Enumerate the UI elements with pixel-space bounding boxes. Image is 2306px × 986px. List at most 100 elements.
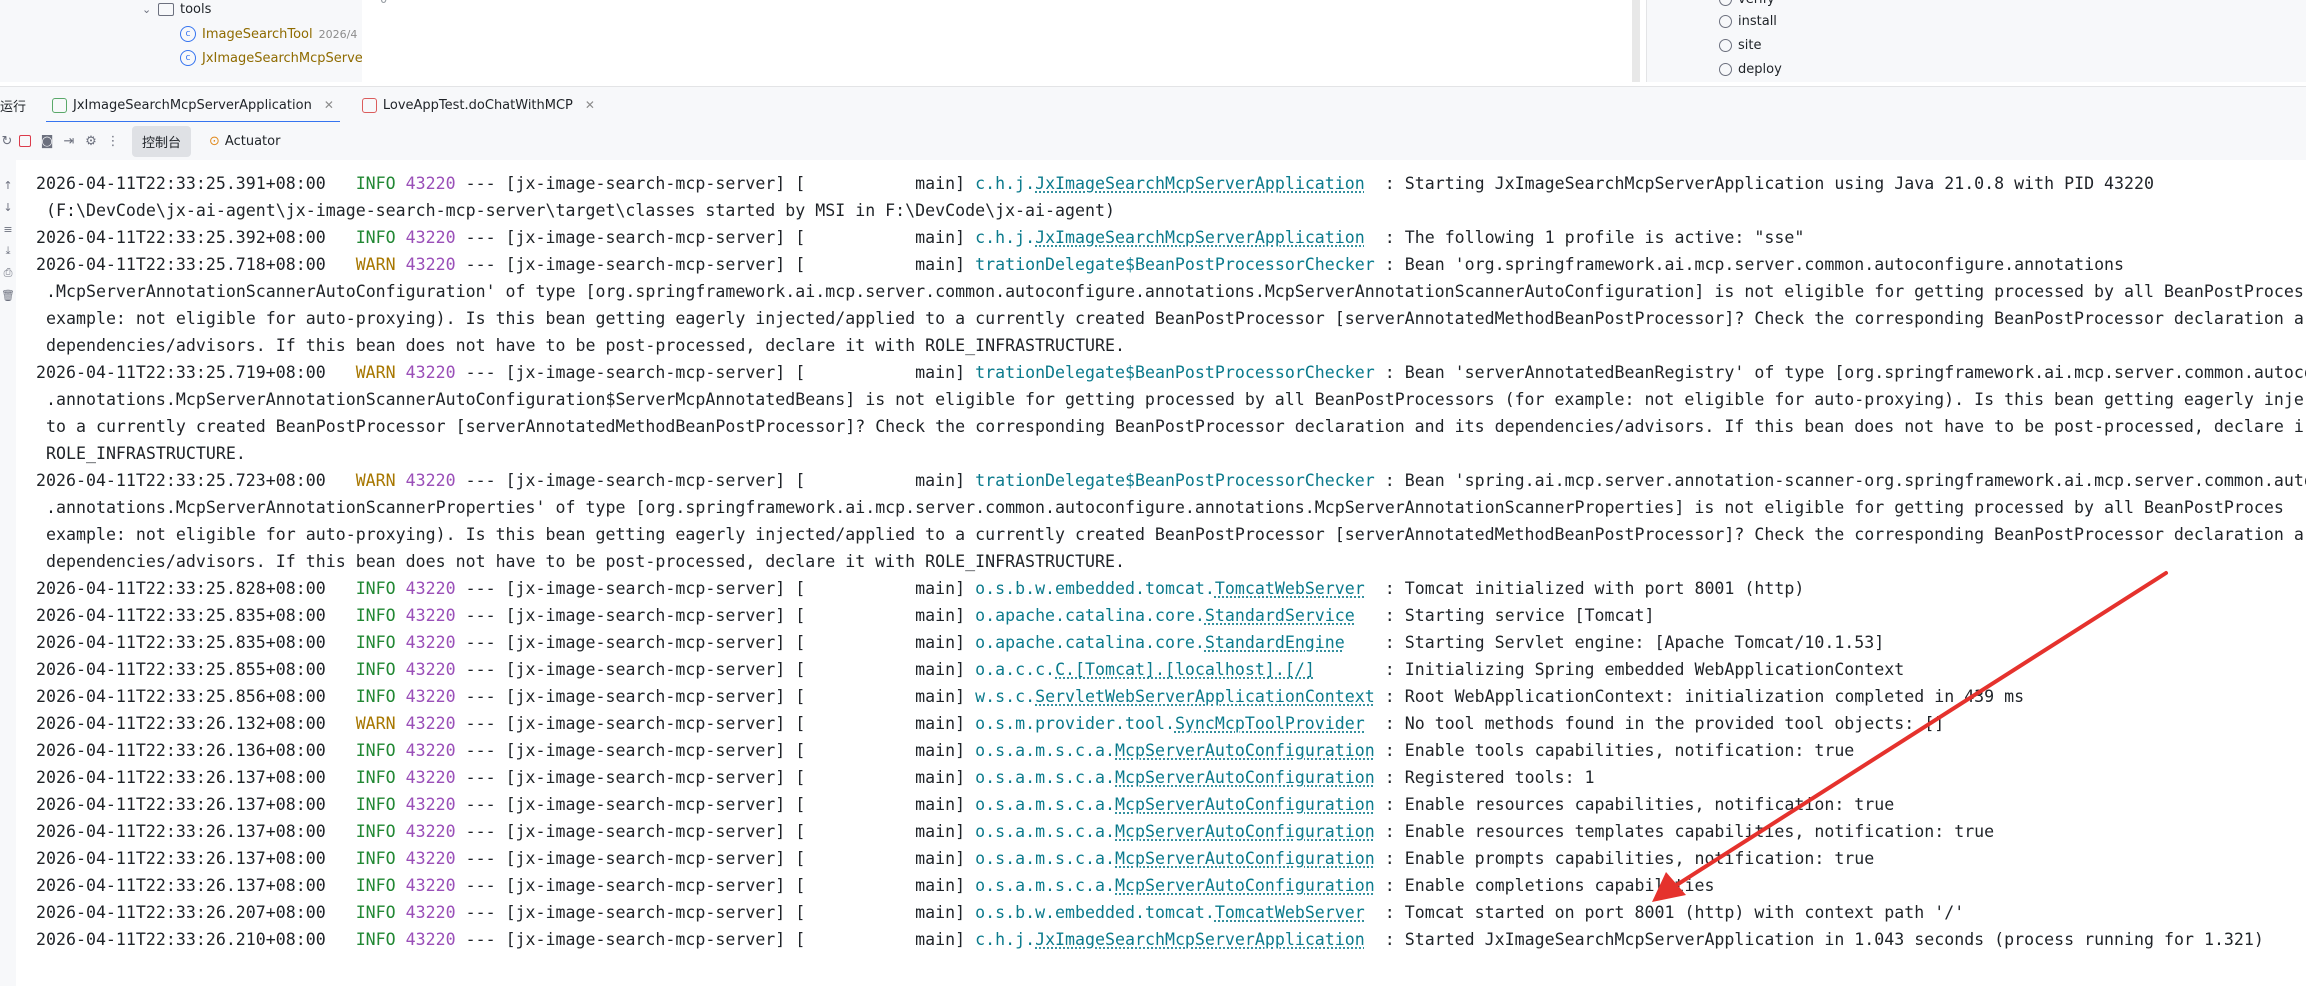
log-logger[interactable]: trationDelegate$BeanPostProcessorChecker [975, 255, 1375, 274]
arrow-down-icon[interactable]: ↓ [0, 196, 16, 218]
run-config-icon [52, 97, 68, 113]
log-timestamp: 2026-04-11T22:33:25.392+08:00 [36, 228, 326, 247]
log-thread: main [805, 822, 956, 841]
log-timestamp: 2026-04-11T22:33:26.137+08:00 [36, 849, 326, 868]
log-level: INFO [345, 795, 396, 814]
maven-lifecycle-install[interactable]: install [1719, 14, 1777, 29]
run-tab-label: LoveAppTest.doChatWithMCP [382, 97, 573, 113]
log-logger-link[interactable]: McpServerAutoConfiguration [1115, 741, 1375, 760]
log-logger-link[interactable]: McpServerAutoConfiguration [1115, 849, 1375, 868]
console-lines: 2026-04-11T22:33:25.391+08:00 INFO 43220… [36, 170, 2306, 953]
tree-folder-tools[interactable]: ⌄ tools [142, 2, 211, 17]
log-logger[interactable]: o.a.c.c.C.[Tomcat].[localhost].[/] [975, 660, 1315, 679]
tree-item-date: 2026/4 [318, 27, 358, 41]
run-tab-server-application[interactable]: JxImageSearchMcpServerApplication ✕ [38, 87, 348, 123]
log-logger-link[interactable]: McpServerAutoConfiguration [1115, 876, 1375, 895]
log-logger-link[interactable]: JxImageSearchMcpServerApplication [1035, 174, 1365, 193]
log-thread: main [805, 930, 956, 949]
log-logger-link[interactable]: McpServerAutoConfiguration [1115, 795, 1375, 814]
close-icon[interactable]: ✕ [324, 98, 334, 112]
rerun-icon[interactable]: ↻ [0, 130, 14, 152]
log-pid: 43220 [405, 228, 456, 247]
log-logger-prefix: o.s.a.m.s.c.a. [975, 876, 1115, 895]
trash-icon[interactable]: 🗑 [0, 284, 16, 306]
camera-icon[interactable]: ◙ [36, 130, 58, 152]
log-logger-link[interactable]: ServletWebServerApplicationContext [1035, 687, 1375, 706]
more-icon[interactable]: ⋮ [102, 130, 124, 152]
log-pid: 43220 [405, 714, 456, 733]
tab-actuator[interactable]: ⊙ Actuator [199, 128, 290, 155]
close-icon[interactable]: ✕ [585, 98, 595, 112]
log-logger[interactable]: o.s.a.m.s.c.a.McpServerAutoConfiguration [975, 741, 1375, 760]
log-message: Bean 'org.springframework.ai.mcp.server.… [1404, 255, 2125, 274]
log-logger-prefix: o.s.b.w.embedded.tomcat. [975, 579, 1215, 598]
log-logger-link[interactable]: StandardEngine [1205, 633, 1345, 652]
stop-button[interactable] [14, 130, 36, 152]
log-logger-link[interactable]: C.[Tomcat].[localhost].[/] [1055, 660, 1315, 679]
log-thread: main [805, 228, 956, 247]
log-app-name: [jx-image-search-mcp-server] [505, 849, 786, 868]
log-pid: 43220 [405, 741, 456, 760]
log-logger[interactable]: trationDelegate$BeanPostProcessorChecker [975, 363, 1375, 382]
log-pid: 43220 [405, 363, 456, 382]
log-message: Enable completions capabilities [1404, 876, 1715, 895]
log-thread: main [805, 768, 956, 787]
log-logger[interactable]: o.s.m.provider.tool.SyncMcpToolProvider [975, 714, 1365, 733]
log-logger-link[interactable]: StandardService [1205, 606, 1355, 625]
log-logger[interactable]: o.s.b.w.embedded.tomcat.TomcatWebServer [975, 903, 1365, 922]
log-timestamp: 2026-04-11T22:33:25.835+08:00 [36, 606, 326, 625]
log-pid: 43220 [405, 633, 456, 652]
log-logger-link[interactable]: JxImageSearchMcpServerApplication [1035, 228, 1365, 247]
log-pid: 43220 [405, 579, 456, 598]
maven-lifecycle-deploy[interactable]: deploy [1719, 62, 1782, 77]
log-message: (F:\DevCode\jx-ai-agent\jx-image-search-… [46, 201, 1115, 220]
maven-lifecycle-site[interactable]: site [1719, 38, 1761, 53]
log-logger-prefix: o.s.a.m.s.c.a. [975, 741, 1115, 760]
maven-item-label: deploy [1738, 62, 1782, 77]
scroll-end-icon[interactable]: ⤓ [0, 240, 16, 262]
console-output[interactable]: 2026-04-11T22:33:25.391+08:00 INFO 43220… [16, 160, 2306, 986]
log-logger[interactable]: trationDelegate$BeanPostProcessorChecker [975, 471, 1375, 490]
log-logger[interactable]: o.s.a.m.s.c.a.McpServerAutoConfiguration [975, 849, 1375, 868]
log-logger[interactable]: c.h.j.JxImageSearchMcpServerApplication [975, 930, 1365, 949]
settings-icon[interactable]: ⚙ [80, 130, 102, 152]
tree-item-server-application[interactable]: c JxImageSearchMcpServerAp [180, 50, 362, 66]
tree-item-image-search-tool[interactable]: c ImageSearchTool 2026/4 [180, 26, 357, 42]
log-logger-link[interactable]: JxImageSearchMcpServerApplication [1035, 930, 1365, 949]
log-logger[interactable]: c.h.j.JxImageSearchMcpServerApplication [975, 174, 1365, 193]
console-line: 2026-04-11T22:33:26.132+08:00 WARN 43220… [36, 714, 1945, 733]
log-message: Starting Servlet engine: [Apache Tomcat/… [1404, 633, 1885, 652]
console-line: 2026-04-11T22:33:25.392+08:00 INFO 43220… [36, 228, 1805, 247]
log-thread: main [805, 741, 956, 760]
run-tab-love-app-test[interactable]: LoveAppTest.doChatWithMCP ✕ [348, 87, 609, 123]
tab-label: Actuator [224, 133, 281, 149]
log-logger-prefix: trationDelegate$BeanPostProcessorChecker [975, 255, 1375, 274]
log-pid: 43220 [405, 660, 456, 679]
login-icon[interactable]: ⇥ [58, 130, 80, 152]
console-line: 2026-04-11T22:33:25.719+08:00 WARN 43220… [36, 359, 2306, 386]
log-logger[interactable]: o.apache.catalina.core.StandardEngine [975, 633, 1345, 652]
log-logger[interactable]: c.h.j.JxImageSearchMcpServerApplication [975, 228, 1365, 247]
log-logger-link[interactable]: TomcatWebServer [1215, 579, 1365, 598]
run-toolbar: ↻ ◙ ⇥ ⚙ ⋮ 控制台 ⊙ Actuator [0, 122, 2306, 161]
tab-console[interactable]: 控制台 [132, 125, 192, 157]
arrow-up-icon[interactable]: ↑ [0, 174, 16, 196]
gear-icon [1719, 15, 1732, 28]
log-logger-link[interactable]: McpServerAutoConfiguration [1115, 768, 1375, 787]
log-logger[interactable]: o.s.a.m.s.c.a.McpServerAutoConfiguration [975, 822, 1375, 841]
log-logger[interactable]: o.s.a.m.s.c.a.McpServerAutoConfiguration [975, 768, 1375, 787]
log-logger-link[interactable]: SyncMcpToolProvider [1175, 714, 1365, 733]
editor-scrollbar[interactable] [1632, 0, 1640, 82]
print-icon[interactable]: ⎙ [0, 262, 16, 284]
log-logger-link[interactable]: McpServerAutoConfiguration [1115, 822, 1375, 841]
editor-area[interactable] [398, 0, 1638, 82]
soft-wrap-icon[interactable]: ≡ [0, 218, 16, 240]
log-logger[interactable]: o.s.a.m.s.c.a.McpServerAutoConfiguration [975, 795, 1375, 814]
log-logger[interactable]: w.s.c.ServletWebServerApplicationContext [975, 687, 1375, 706]
log-message: Enable resources templates capabilities,… [1404, 822, 1995, 841]
log-logger-link[interactable]: TomcatWebServer [1215, 903, 1365, 922]
log-logger[interactable]: o.s.b.w.embedded.tomcat.TomcatWebServer [975, 579, 1365, 598]
log-logger[interactable]: o.apache.catalina.core.StandardService [975, 606, 1355, 625]
maven-lifecycle-verify[interactable]: verify [1719, 0, 1775, 7]
log-logger[interactable]: o.s.a.m.s.c.a.McpServerAutoConfiguration [975, 876, 1375, 895]
